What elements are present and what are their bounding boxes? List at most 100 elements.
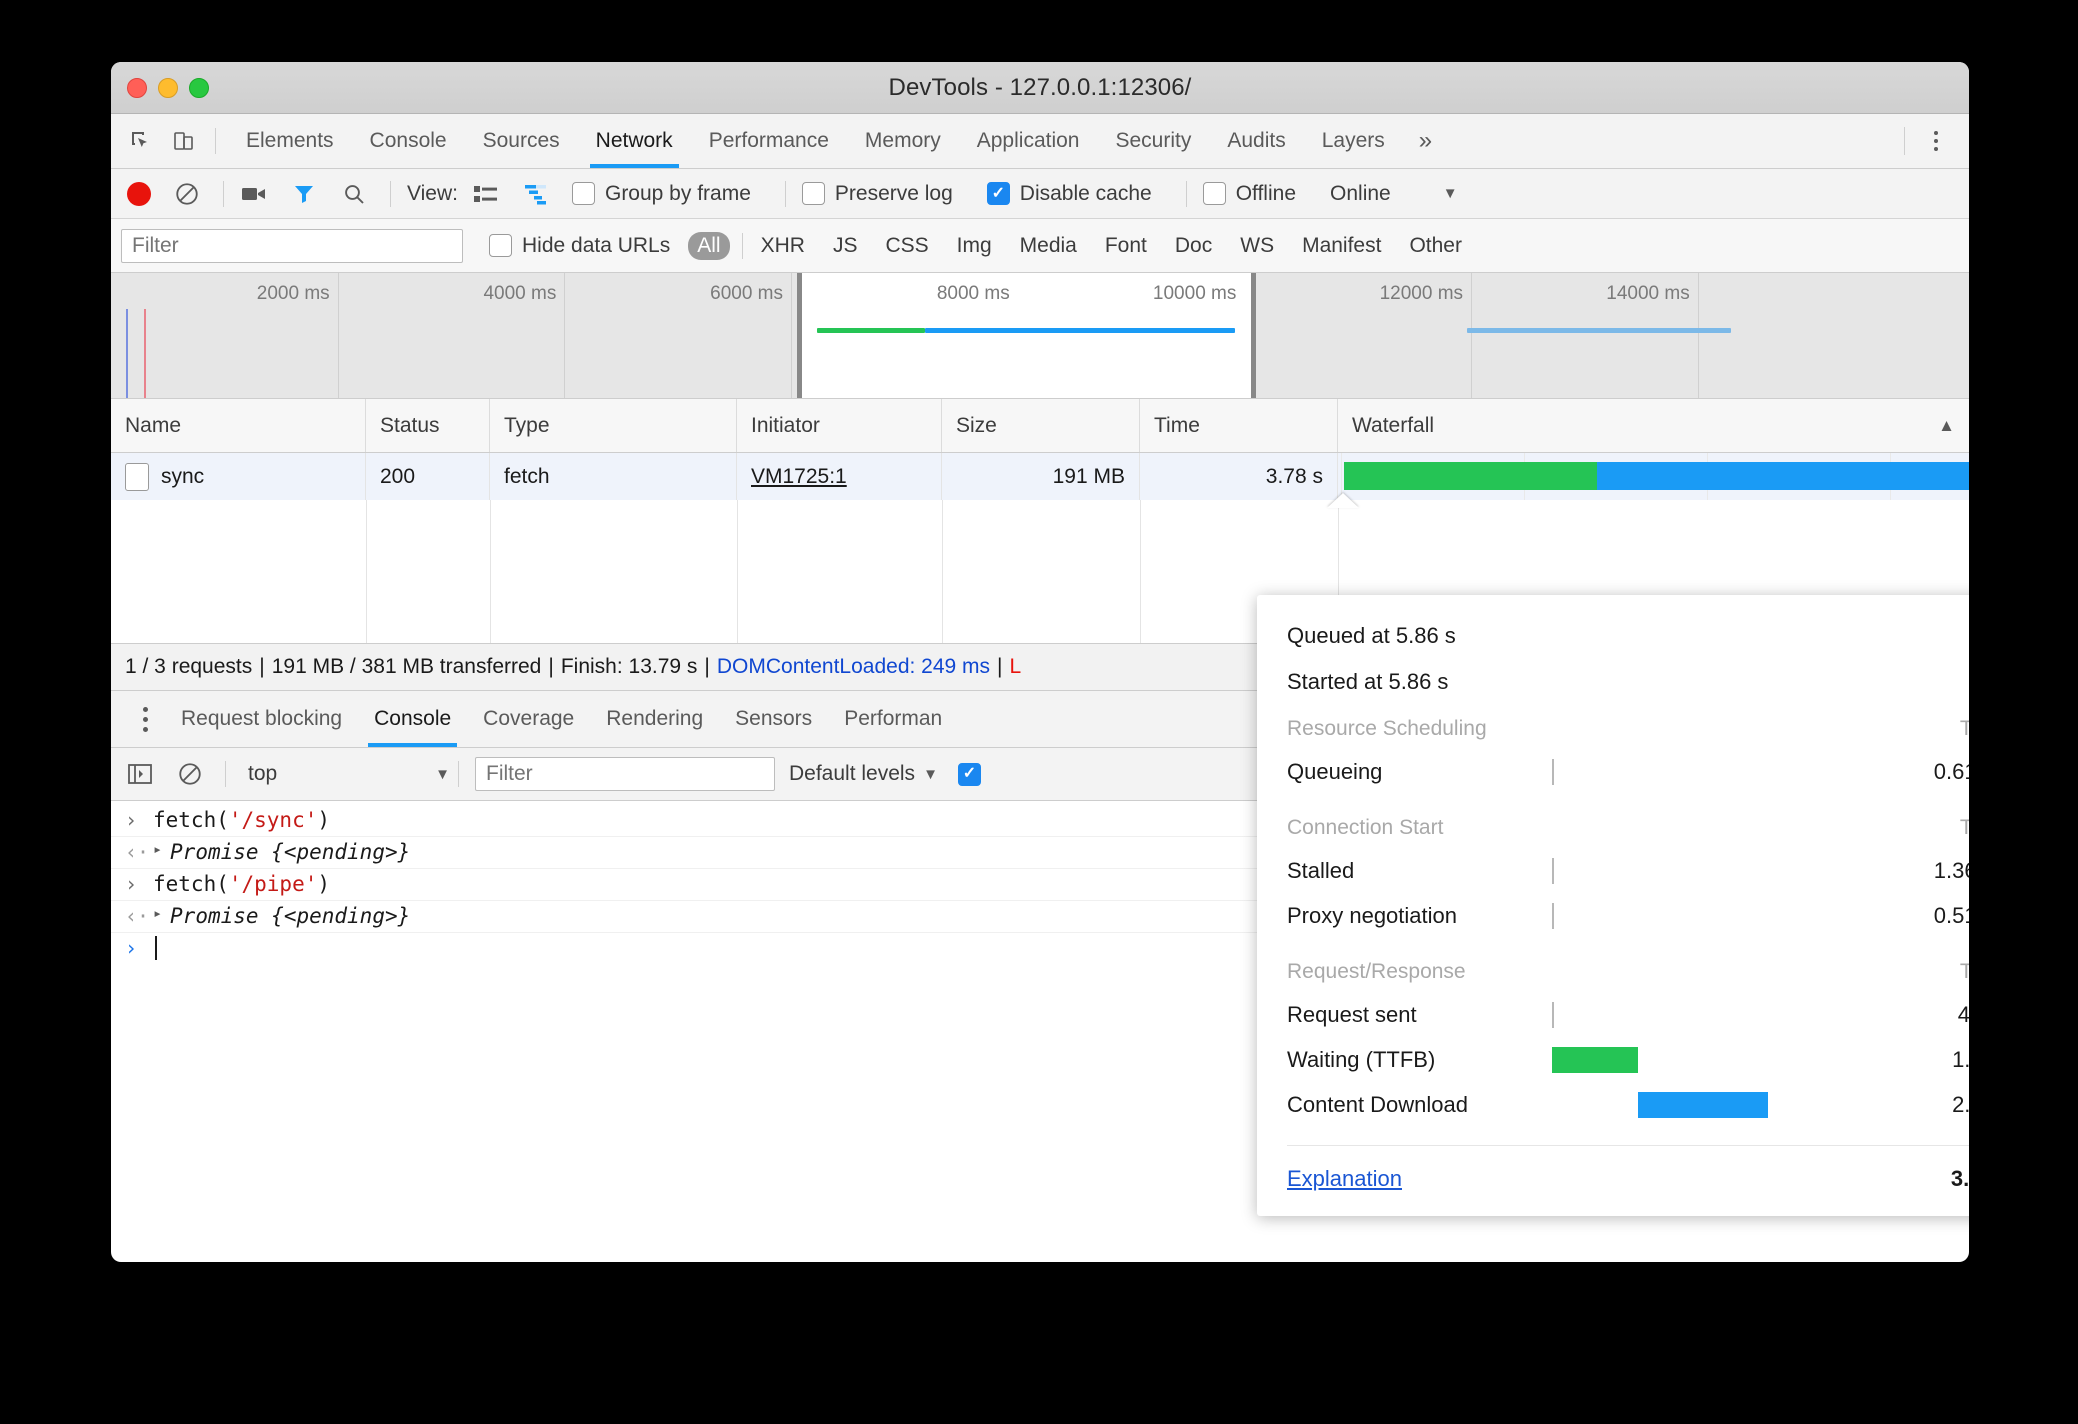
group-by-frame-checkbox[interactable] [571, 182, 595, 205]
filter-funnel-icon[interactable] [290, 180, 318, 208]
search-icon[interactable] [340, 180, 368, 208]
tab-elements[interactable]: Elements [228, 114, 352, 168]
filter-type-manifest[interactable]: Manifest [1302, 234, 1381, 258]
request-type-icon [125, 462, 149, 491]
overview-selection-right-handle[interactable] [1250, 273, 1256, 398]
preserve-log-row[interactable]: Preserve log [801, 182, 967, 206]
list-view-icon[interactable] [472, 180, 500, 208]
column-header-waterfall[interactable]: Waterfall ▲ [1338, 399, 1969, 452]
drawer-tab-console[interactable]: Console [358, 691, 467, 747]
column-header-type[interactable]: Type [490, 399, 737, 452]
throttling-caret-icon[interactable]: ▼ [1443, 185, 1458, 202]
overview-tick [1471, 273, 1473, 398]
expand-triangle-icon[interactable]: ▸ [153, 904, 162, 922]
timing-group-title: Resource Scheduling [1287, 717, 1487, 740]
cell-initiator[interactable]: VM1725:1 [737, 453, 942, 500]
filter-type-other[interactable]: Other [1409, 234, 1462, 258]
filter-type-css[interactable]: CSS [885, 234, 928, 258]
hide-data-urls-checkbox[interactable] [489, 234, 512, 257]
tab-console[interactable]: Console [352, 114, 465, 168]
request-table-header: Name Status Type Initiator Size Time Wat… [111, 399, 1969, 453]
console-code-post: ) [317, 808, 331, 832]
devtools-window: DevTools - 127.0.0.1:12306/ Elements Con… [111, 62, 1969, 1262]
expand-triangle-icon[interactable]: ▸ [153, 840, 162, 858]
record-button[interactable] [127, 181, 151, 206]
kebab-menu-icon[interactable] [1919, 131, 1953, 151]
toolbar-divider [215, 128, 216, 154]
hide-data-urls-row[interactable]: Hide data URLs [489, 234, 670, 258]
offline-label: Offline [1235, 181, 1297, 205]
console-result-text: Promise {<pending>} [170, 840, 411, 864]
timing-row-label: Waiting (TTFB) [1287, 1046, 1436, 1072]
filter-type-img[interactable]: Img [957, 234, 992, 258]
initiator-link[interactable]: VM1725:1 [751, 465, 847, 489]
console-result-text: Promise {<pending>} [170, 904, 411, 928]
disable-cache-row[interactable]: Disable cache [986, 182, 1166, 206]
filter-type-ws[interactable]: WS [1240, 234, 1274, 258]
tab-security[interactable]: Security [1097, 114, 1209, 168]
timing-group-time-header: TIME [1959, 717, 1969, 740]
column-header-name[interactable]: Name [111, 399, 366, 452]
throttling-value[interactable]: Online [1330, 182, 1391, 206]
overview-tick [1697, 273, 1699, 398]
inspect-element-icon[interactable] [125, 126, 155, 156]
console-sidebar-icon[interactable] [125, 759, 155, 789]
cell-waterfall[interactable] [1338, 453, 1969, 500]
overview-selection-left-handle[interactable] [796, 273, 802, 398]
tab-network[interactable]: Network [578, 114, 691, 168]
tab-application[interactable]: Application [959, 114, 1098, 168]
execution-context-select[interactable]: top ▼ [248, 762, 458, 786]
timing-row-queueing: Queueing 0.61 ms [1287, 749, 1969, 794]
filter-input[interactable] [121, 228, 463, 263]
tab-audits[interactable]: Audits [1209, 114, 1303, 168]
log-levels-checkbox[interactable] [957, 762, 981, 786]
table-row[interactable]: sync 200 fetch VM1725:1 191 MB 3.78 s [111, 453, 1969, 500]
drawer-tab-performance-monitor[interactable]: Performan [828, 691, 958, 747]
device-toolbar-icon[interactable] [169, 126, 199, 156]
column-header-time[interactable]: Time [1140, 399, 1338, 452]
request-timing-popover: Queued at 5.86 s Started at 5.86 s Resou… [1257, 595, 1969, 1216]
drawer-tab-sensors[interactable]: Sensors [719, 691, 828, 747]
overview-tick-label: 10000 ms [1152, 283, 1237, 304]
waterfall-view-icon[interactable] [522, 180, 550, 208]
camera-icon[interactable] [240, 180, 268, 208]
explanation-link[interactable]: Explanation [1287, 1166, 1402, 1192]
offline-checkbox[interactable] [1202, 182, 1226, 205]
column-header-status[interactable]: Status [366, 399, 490, 452]
column-header-initiator[interactable]: Initiator [737, 399, 942, 452]
filter-type-all[interactable]: All [688, 231, 730, 260]
drawer-tab-request-blocking[interactable]: Request blocking [165, 691, 358, 747]
drawer-kebab-icon[interactable] [125, 706, 165, 732]
tab-sources[interactable]: Sources [465, 114, 578, 168]
clear-console-icon[interactable] [175, 759, 205, 789]
drawer-tab-coverage[interactable]: Coverage [467, 691, 590, 747]
timing-row-value: 48 µs [1957, 1001, 1969, 1027]
network-overview[interactable]: 2000 ms 4000 ms 6000 ms 8000 ms 10000 ms… [111, 273, 1969, 399]
group-by-frame-row[interactable]: Group by frame [571, 182, 765, 206]
tab-memory[interactable]: Memory [847, 114, 959, 168]
console-prompt-icon: › [125, 872, 138, 896]
filter-type-doc[interactable]: Doc [1175, 234, 1212, 258]
filter-type-media[interactable]: Media [1020, 234, 1077, 258]
filter-type-xhr[interactable]: XHR [761, 234, 805, 258]
timing-row-label: Request sent [1287, 1001, 1417, 1027]
column-header-size[interactable]: Size [942, 399, 1140, 452]
preserve-log-checkbox[interactable] [801, 182, 825, 205]
log-levels-select[interactable]: Default levels ▼ [789, 762, 991, 786]
timing-row-label: Content Download [1287, 1091, 1469, 1117]
sort-ascending-icon[interactable]: ▲ [1938, 416, 1969, 436]
tab-performance[interactable]: Performance [691, 114, 847, 168]
cell-name[interactable]: sync [111, 453, 366, 500]
tab-layers[interactable]: Layers [1304, 114, 1403, 168]
console-code-string: '/sync' [228, 808, 318, 832]
filter-divider [741, 232, 743, 259]
timing-bar-download [1637, 1091, 1769, 1118]
filter-type-font[interactable]: Font [1105, 234, 1147, 258]
more-tabs-icon[interactable]: » [1403, 114, 1448, 168]
filter-type-js[interactable]: JS [833, 234, 858, 258]
drawer-tab-rendering[interactable]: Rendering [590, 691, 719, 747]
console-filter-input[interactable] [475, 757, 775, 791]
disable-cache-checkbox[interactable] [986, 182, 1010, 205]
clear-icon[interactable] [173, 180, 201, 208]
offline-row[interactable]: Offline [1202, 181, 1310, 206]
